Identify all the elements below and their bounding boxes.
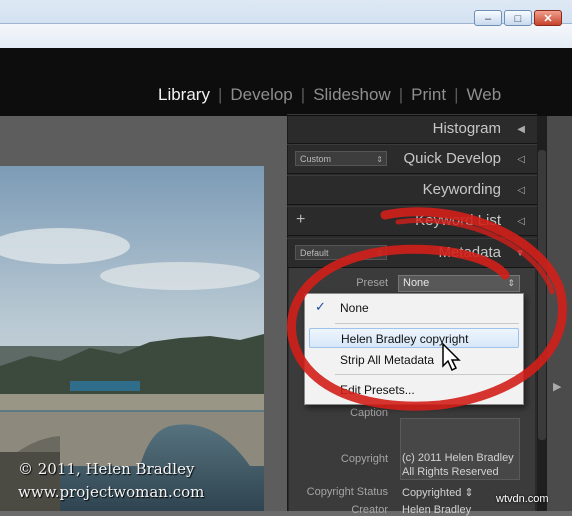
quick-develop-header[interactable]: Custom ⇕ Quick Develop ◁	[287, 144, 537, 174]
copyright-status-select[interactable]: Copyrighted ⇕	[402, 486, 474, 499]
histogram-title: Histogram	[432, 120, 501, 137]
copyright-value-line1: (c) 2011 Helen Bradley	[402, 452, 514, 464]
keywording-header[interactable]: Keywording ◁	[287, 175, 537, 205]
menu-item-strip-all-metadata[interactable]: Strip All Metadata	[305, 350, 521, 370]
stepper-icon: ⇕	[507, 278, 515, 288]
quick-develop-title: Quick Develop	[403, 150, 501, 167]
menu-item-helen-bradley-copyright[interactable]: Helen Bradley copyright	[309, 328, 519, 348]
maximize-button[interactable]: □	[504, 10, 532, 26]
keywording-title: Keywording	[422, 181, 501, 198]
module-library[interactable]: Library	[158, 85, 210, 105]
creator-label: Creator	[351, 504, 388, 516]
module-develop[interactable]: Develop	[230, 85, 292, 105]
copyright-label: Copyright	[340, 453, 388, 465]
stepper-icon: ⇕	[376, 249, 383, 258]
mouse-cursor-icon	[442, 342, 461, 372]
creator-value[interactable]: Helen Bradley	[402, 504, 471, 516]
module-list: Library | Develop | Slideshow | Print | Web	[158, 85, 502, 105]
histogram-header[interactable]: Histogram ◀	[287, 114, 537, 144]
keyword-list-header[interactable]: + Keyword List ◁	[287, 206, 537, 236]
photo-credit-line2: www.projectwoman.com	[18, 483, 205, 501]
collapse-arrow-icon[interactable]: ▶	[553, 380, 561, 393]
panel-scrollbar-thumb[interactable]	[538, 150, 546, 440]
expand-triangle-icon[interactable]: ◀	[517, 124, 525, 135]
metadata-title: Metadata	[438, 244, 501, 261]
photo-credit-line1: © 2011, Helen Bradley	[18, 460, 195, 478]
collapsed-triangle-icon[interactable]: ◁	[517, 185, 525, 196]
preset-label: Preset	[356, 277, 388, 289]
metadata-view-select[interactable]: Default ⇕	[295, 245, 387, 260]
collapsed-triangle-icon[interactable]: ◁	[517, 216, 525, 227]
photo-preview[interactable]: © 2011, Helen Bradley www.projectwoman.c…	[0, 166, 264, 511]
metadata-header[interactable]: Default ⇕ Metadata ▼	[287, 238, 537, 268]
right-panel-edge: ▶	[547, 116, 572, 511]
metadata-preset-select[interactable]: None ⇕	[398, 275, 520, 292]
watermark-text: wtvdn.com	[496, 493, 549, 505]
menu-separator	[335, 323, 519, 324]
copyright-value-line2: All Rights Reserved	[402, 466, 499, 478]
menu-item-edit-presets[interactable]: Edit Presets...	[305, 380, 521, 400]
module-slideshow[interactable]: Slideshow	[313, 85, 391, 105]
expanded-triangle-icon[interactable]: ▼	[515, 248, 525, 259]
module-print[interactable]: Print	[411, 85, 446, 105]
preset-dropdown-menu: ✓ None Helen Bradley copyright Strip All…	[304, 293, 524, 405]
close-button[interactable]: ✕	[534, 10, 562, 26]
module-web[interactable]: Web	[467, 85, 502, 105]
keyword-list-title: Keyword List	[415, 212, 501, 229]
minimize-button[interactable]: –	[474, 10, 502, 26]
menu-separator	[335, 374, 519, 375]
caption-label: Caption	[350, 407, 388, 419]
stepper-icon: ⇕	[376, 155, 383, 164]
collapsed-triangle-icon[interactable]: ◁	[517, 154, 525, 165]
window-frame-band	[0, 24, 572, 48]
module-picker: Library | Develop | Slideshow | Print | Web	[0, 48, 572, 116]
add-keyword-icon[interactable]: +	[296, 211, 305, 229]
quick-develop-preset-select[interactable]: Custom ⇕	[295, 151, 387, 166]
menu-item-none[interactable]: None	[305, 298, 521, 318]
copyright-status-label: Copyright Status	[306, 486, 388, 498]
